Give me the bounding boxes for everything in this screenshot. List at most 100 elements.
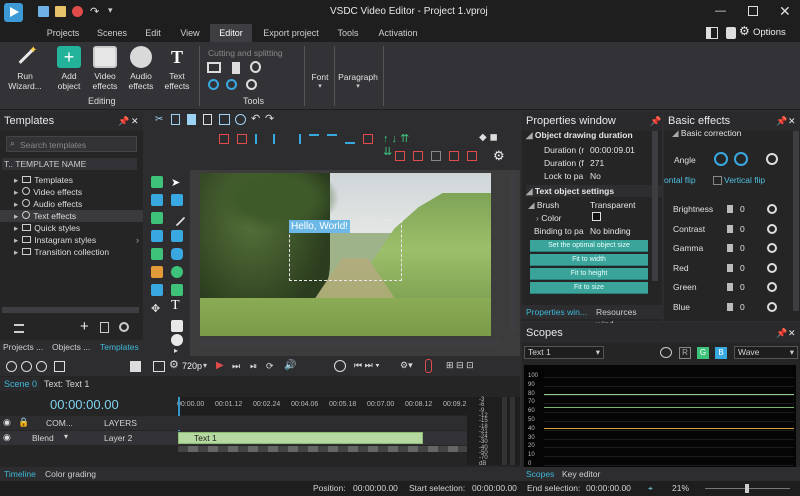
cutting-splitting-label[interactable]: Cutting and splitting [208,48,283,58]
volume-icon[interactable]: 🔊 [284,360,296,371]
tab-view[interactable]: View [172,24,208,42]
rotate-right-icon[interactable] [226,79,237,90]
reset-icon[interactable] [767,282,777,292]
speech-bubble-icon[interactable] [171,334,183,346]
pin-icon[interactable]: 📌 [650,111,661,131]
marker-icons[interactable]: ⏮ ⏭ ▾ [354,360,380,371]
add-template-icon[interactable]: + [80,318,89,335]
rotate-90-right-icon[interactable] [734,152,748,166]
blend-mode-select[interactable]: Blend [32,433,54,443]
pointer-icon[interactable]: ➤ [171,176,183,189]
record-button[interactable]: ▶ [216,360,224,371]
theme-toggle-icon[interactable] [726,27,736,39]
close-button[interactable]: ✕ [779,3,791,20]
minimize-button[interactable]: — [715,5,726,17]
object-drawing-duration-section[interactable]: ◢ Object drawing duration [526,129,662,141]
close-icon[interactable]: ✕ [788,111,796,131]
text-object-overlay[interactable]: Hello, World! [289,220,351,233]
add-track-icon[interactable] [6,361,17,372]
more-tools-chevron[interactable]: ▸ [174,346,178,355]
text-object-icon[interactable]: T [171,298,183,313]
scope-mode-select[interactable]: Wave ▾ [734,346,798,359]
tab-objects-explorer[interactable]: Objects ... [52,341,90,353]
preview-h-scrollbar[interactable] [200,340,500,346]
list-view-icon[interactable] [14,324,24,333]
resolution-chevron-icon[interactable]: ▾ [203,361,207,370]
pin-icon[interactable]: 📌 [776,111,787,131]
reset-icon[interactable] [767,223,777,234]
chart-tool-icon[interactable] [151,194,163,206]
tree-item-quick-styles[interactable]: ▸ Quick styles [14,222,80,234]
visibility-eye-icon[interactable]: ◉ [3,417,11,428]
close-icon[interactable]: ✕ [788,323,796,343]
track-settings-icon[interactable] [36,361,47,372]
reset-icon[interactable] [767,243,777,253]
video-tool-icon[interactable] [151,248,163,260]
split-marker-icon[interactable] [425,359,432,373]
correction-value[interactable]: 0 [740,241,745,255]
rotate-90-left-icon[interactable] [714,152,728,166]
correction-slider[interactable] [727,205,733,213]
reset-icon[interactable] [767,301,777,312]
quick-access-chevron-icon[interactable]: ▾ [108,5,113,16]
tab-color-grading[interactable]: Color grading [45,468,96,480]
restore-button[interactable] [748,6,758,16]
fit-to-height-button[interactable]: Fit to height [530,268,648,280]
shape-icons[interactable]: ◆ ◼ [479,132,515,144]
basic-correction-section[interactable]: ◢ Basic correction [672,127,741,139]
search-templates-field[interactable]: ⌕ Search templates [6,136,137,152]
tab-edit[interactable]: Edit [136,24,170,42]
close-icon[interactable]: ✕ [131,111,139,131]
vertical-flip-label[interactable]: Vertical flip [724,173,765,187]
snap-icon[interactable]: ⚙▾ [400,360,413,371]
text-effects-button[interactable]: T Text effects [160,46,194,91]
redo-icon[interactable]: ↷ [90,5,99,18]
binding-value[interactable]: No binding [590,225,631,237]
tab-editor[interactable]: Editor [210,24,252,42]
zoom-slider-thumb[interactable] [745,484,749,493]
tree-item-text-effects[interactable]: ▸ Text effects [0,210,143,222]
correction-value[interactable]: 0 [740,280,745,294]
correction-slider[interactable] [727,244,733,252]
horizontal-flip-label[interactable]: ontal flip [664,173,696,187]
rotate-left-icon[interactable] [208,79,219,90]
fit-to-width-button[interactable]: Fit to width [530,254,648,266]
panel-expand-chevron[interactable]: › [136,235,139,245]
remove-track-icon[interactable] [21,361,32,372]
paragraph-button[interactable]: Paragraph ▾ [336,72,380,92]
copy-icon[interactable] [171,114,180,125]
angle-reset-icon[interactable] [766,153,778,165]
zoom-icons[interactable]: ⊞ ⊟ ⊡ [446,360,474,371]
trim-tool-icon[interactable] [232,62,240,74]
preview-v-scrollbar[interactable] [510,172,516,332]
visibility-eye-icon[interactable]: ◉ [3,432,11,443]
effects-scrollbar[interactable] [793,131,799,311]
correction-slider[interactable] [727,263,733,272]
audio-tool-icon[interactable] [151,266,163,278]
tab-export-project[interactable]: Export project [256,24,326,42]
rotate-tool-icon[interactable] [250,61,261,73]
preview-mode-icon[interactable] [153,361,165,372]
layout-icon[interactable] [706,27,718,39]
tree-item-templates[interactable]: ▸ Templates [14,174,73,186]
tree-item-video-effects[interactable]: ▸ Video effects [14,186,82,198]
tab-scopes[interactable]: Scopes [526,468,554,480]
lock-to-parent-value[interactable]: No [590,170,601,182]
correction-value[interactable]: 0 [740,222,745,236]
text-object-tab[interactable]: Text: Text 1 [44,377,89,391]
tab-properties-window[interactable]: Properties win... [526,306,587,318]
move-tool-icon[interactable]: ✥ [151,302,163,315]
tab-projects-explorer[interactable]: Projects ... [3,341,43,353]
open-icon[interactable] [55,6,66,17]
sync-icon[interactable] [246,79,257,90]
channel-r-toggle[interactable]: R [679,347,691,359]
track-grid-icon[interactable] [54,361,65,372]
grid-icons[interactable] [395,151,505,163]
tab-resources-window[interactable]: Resources wind... [596,306,662,329]
text-clip[interactable]: Text 1 [178,432,423,444]
rectangle-tool-icon[interactable] [171,194,183,206]
tree-item-instagram-styles[interactable]: ▸ Instagram styles [14,234,96,246]
circle-select-icon[interactable] [235,114,246,125]
font-button[interactable]: Font ▾ [306,72,334,92]
vertical-flip-checkbox[interactable] [713,176,722,185]
